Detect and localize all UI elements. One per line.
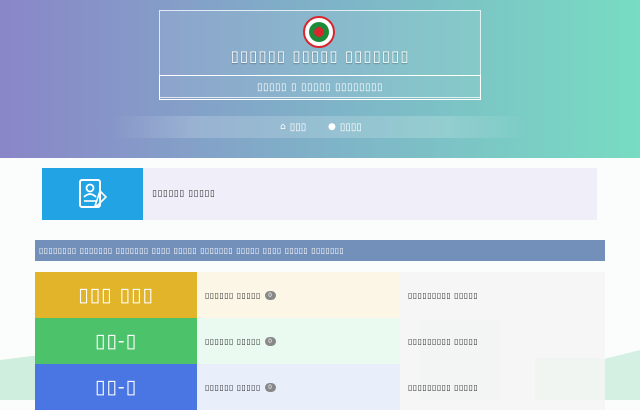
row-link-cell[interactable]: ▯▯▯▯▯▯ ▯▯▯▯▯ 0 (197, 364, 400, 410)
home-icon: ⌂ (280, 122, 286, 132)
table-row: ▯▯-▯ ▯▯▯▯▯▯ ▯▯▯▯▯ 0 ▯▯▯▯▯▯▯▯▯ ▯▯▯▯▯ (35, 318, 605, 364)
row-link-cell[interactable]: ▯▯▯▯▯▯ ▯▯▯▯▯ 0 (197, 318, 400, 364)
row-link-cell[interactable]: ▯▯▯▯▯▯ ▯▯▯▯▯ 0 (197, 272, 400, 318)
site-title: ▯▯▯▯▯▯ ▯▯▯▯▯ ▯▯▯▯▯▯▯ (230, 47, 410, 65)
row-secondary-cell[interactable]: ▯▯▯▯▯▯▯▯▯ ▯▯▯▯▯ (400, 364, 605, 410)
table-row: ▯▯▯ ▯▯▯ ▯▯▯▯▯▯ ▯▯▯▯▯ 0 ▯▯▯▯▯▯▯▯▯ ▯▯▯▯▯ (35, 272, 605, 318)
globe-icon: ● (328, 122, 336, 132)
nav-home-label: ▯▯▯ (289, 121, 307, 133)
row-label[interactable]: ▯▯▯ ▯▯▯ (35, 272, 197, 318)
table-row: ▯▯-▯ ▯▯▯▯▯▯ ▯▯▯▯▯ 0 ▯▯▯▯▯▯▯▯▯ ▯▯▯▯▯ (35, 364, 605, 410)
user-document-icon (78, 179, 107, 208)
row-link-label: ▯▯▯▯▯▯ ▯▯▯▯▯ (205, 382, 261, 392)
row-label[interactable]: ▯▯-▯ (35, 318, 197, 364)
count-badge: 0 (264, 336, 276, 346)
row-link-label: ▯▯▯▯▯▯ ▯▯▯▯▯ (205, 336, 261, 346)
notice-bar: ▯▯▯▯▯▯▯▯ ▯▯▯▯▯▯▯ ▯▯▯▯▯▯▯ ▯▯▯▯ ▯▯▯▯▯ ▯▯▯▯… (35, 240, 605, 261)
count-badge: 0 (264, 382, 276, 392)
login-card[interactable]: ▯▯▯▯▯▯ ▯▯▯▯▯ (42, 168, 597, 220)
row-label[interactable]: ▯▯-▯ (35, 364, 197, 410)
nav-language-link[interactable]: ● ▯▯▯▯ (328, 116, 362, 138)
header-banner: ▯▯▯▯▯▯ ▯▯▯▯▯ ▯▯▯▯▯▯▯ ▯▯▯▯▯ ▯ ▯▯▯▯▯ ▯▯▯▯▯… (0, 0, 640, 158)
count-badge: 0 (264, 290, 276, 300)
row-secondary-cell[interactable]: ▯▯▯▯▯▯▯▯▯ ▯▯▯▯▯ (400, 272, 605, 318)
login-label: ▯▯▯▯▯▯ ▯▯▯▯▯ (152, 189, 216, 199)
login-icon-box (42, 168, 143, 220)
row-secondary-cell[interactable]: ▯▯▯▯▯▯▯▯▯ ▯▯▯▯▯ (400, 318, 605, 364)
nav-language-label: ▯▯▯▯ (339, 121, 362, 133)
government-seal-icon (303, 16, 335, 48)
site-subtitle: ▯▯▯▯▯ ▯ ▯▯▯▯▯ ▯▯▯▯▯▯▯▯ (159, 75, 481, 100)
nav-home-link[interactable]: ⌂ ▯▯▯ (280, 116, 306, 138)
top-nav: ⌂ ▯▯▯ ● ▯▯▯▯ (110, 116, 530, 138)
row-link-label: ▯▯▯▯▯▯ ▯▯▯▯▯ (205, 290, 261, 300)
